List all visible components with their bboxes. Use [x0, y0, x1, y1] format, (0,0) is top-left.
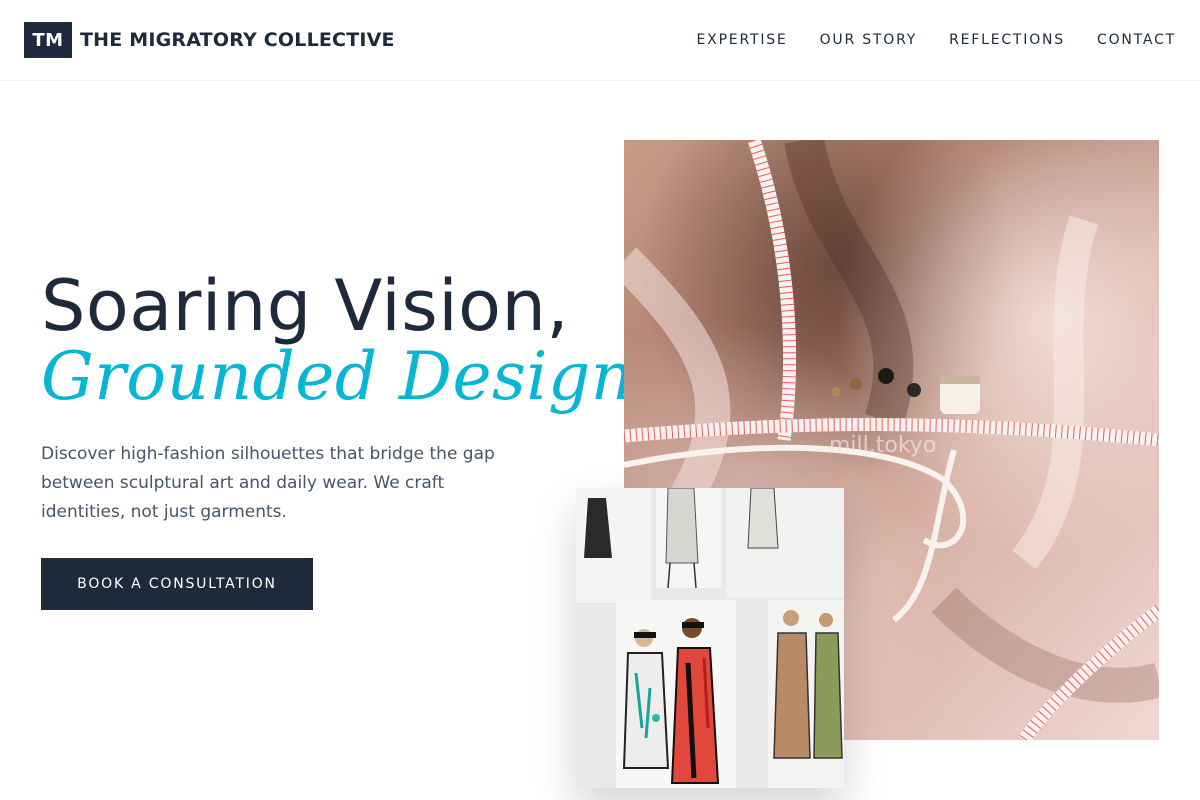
logo-mark: TM: [24, 22, 72, 58]
main-nav: EXPERTISE OUR STORY REFLECTIONS CONTACT: [697, 32, 1176, 48]
hero-title-line1: Soaring Vision,: [41, 265, 570, 347]
brand-link[interactable]: TM THE MIGRATORY COLLECTIVE: [24, 22, 395, 58]
hero-description: Discover high-fashion silhouettes that b…: [41, 444, 495, 522]
nav-contact[interactable]: CONTACT: [1097, 32, 1176, 48]
brand-name: THE MIGRATORY COLLECTIVE: [80, 29, 395, 51]
nav-reflections[interactable]: REFLECTIONS: [949, 32, 1065, 48]
hero-title: Soaring Vision, Grounded Design.: [41, 266, 655, 412]
site-header: TM THE MIGRATORY COLLECTIVE EXPERTISE OU…: [0, 0, 1200, 81]
photo-watermark: mill.tokyo: [829, 433, 936, 458]
nav-our-story[interactable]: OUR STORY: [820, 32, 918, 48]
fashion-sketches-photo: [576, 488, 844, 788]
book-consultation-button[interactable]: BOOK A CONSULTATION: [41, 558, 313, 610]
hero-title-line2: Grounded Design.: [41, 338, 656, 415]
nav-expertise[interactable]: EXPERTISE: [697, 32, 788, 48]
fashion-sketches-image: [576, 488, 844, 788]
